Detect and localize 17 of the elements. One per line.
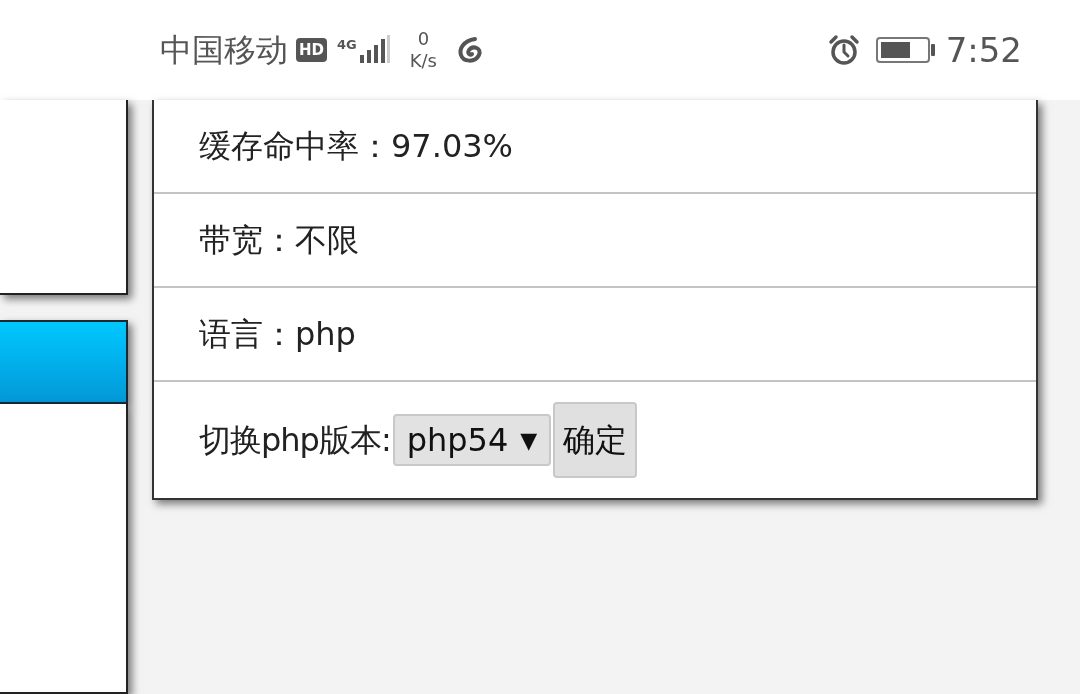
version-label: 切换php版本: xyxy=(199,420,391,461)
version-select[interactable]: php54 ▼ xyxy=(392,414,552,466)
confirm-button[interactable]: 确定 xyxy=(553,402,638,478)
speed-unit: K/s xyxy=(409,52,437,70)
alarm-icon xyxy=(827,34,860,66)
network-type: 4G xyxy=(337,38,357,51)
info-text: 语言：php xyxy=(199,314,356,355)
battery-icon xyxy=(875,36,936,64)
hd-badge: HD xyxy=(296,38,327,62)
side-tab[interactable] xyxy=(0,320,128,404)
info-text: 带宽：不限 xyxy=(199,220,359,261)
signal-icon xyxy=(359,35,390,65)
speed-value: 0 xyxy=(417,30,430,48)
spiral-icon xyxy=(455,35,485,65)
info-text: 缓存命中率：97.03% xyxy=(199,126,513,167)
clock-time: 7:52 xyxy=(945,28,1022,72)
carrier-name: 中国移动 xyxy=(160,30,288,71)
